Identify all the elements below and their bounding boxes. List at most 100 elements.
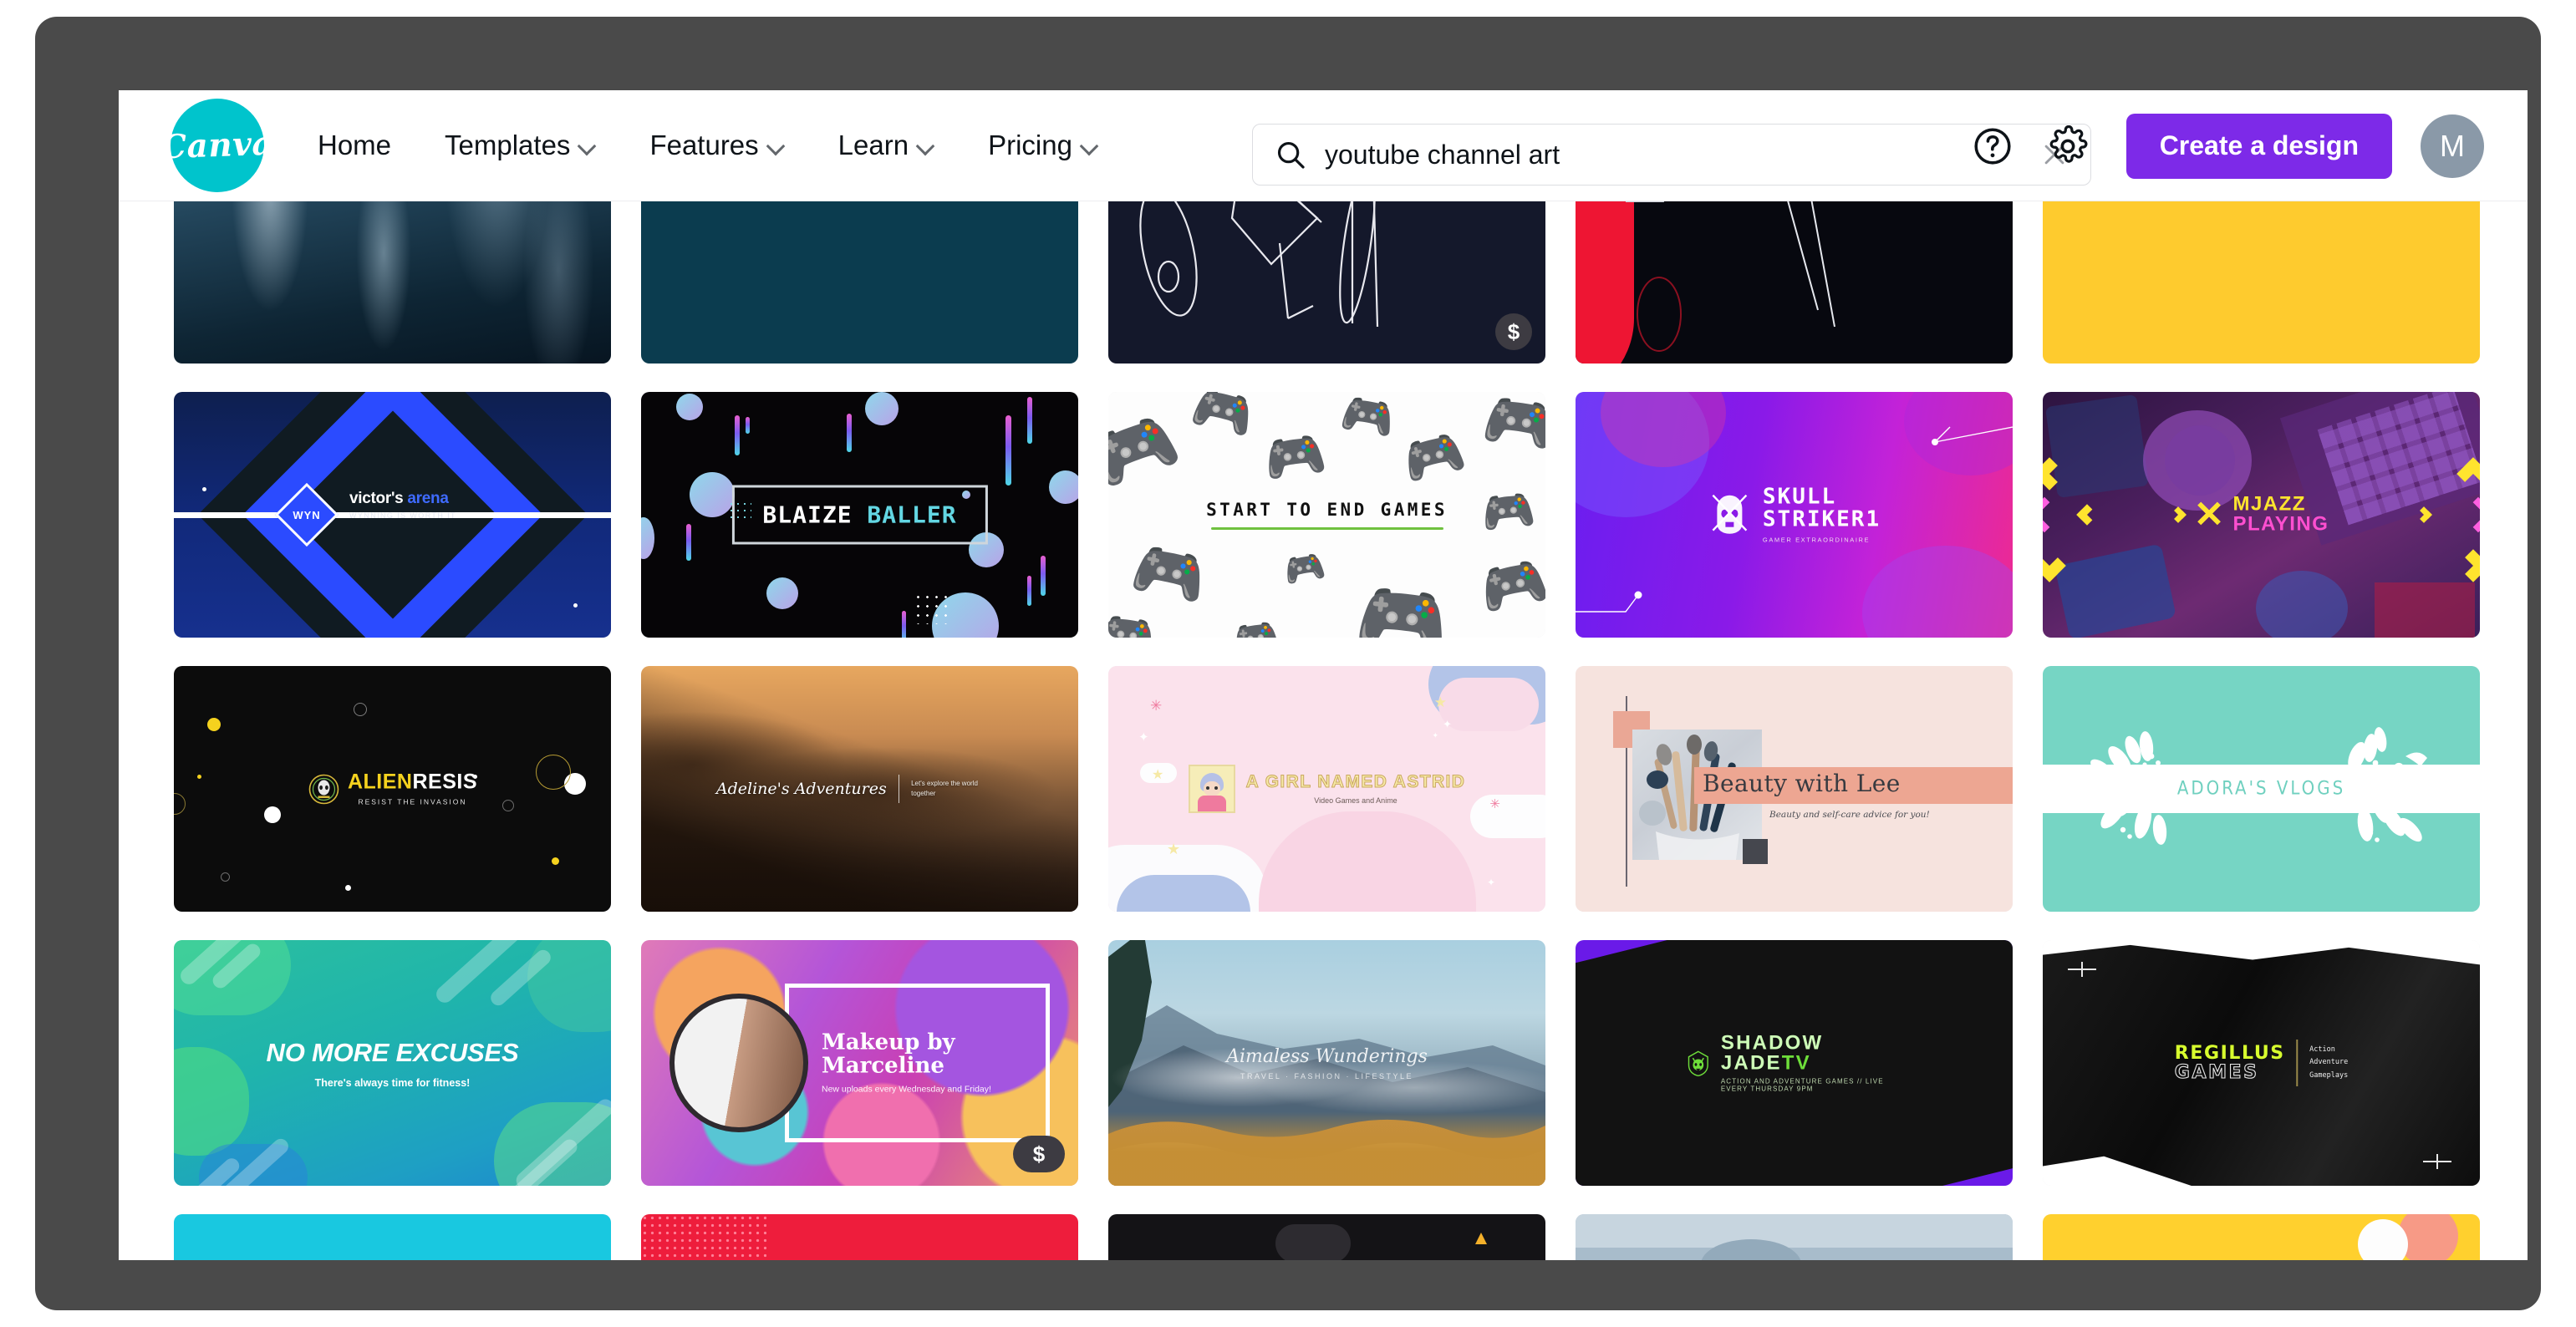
template-thumbnail: [2043, 201, 2480, 364]
template-results-area[interactable]: $ WYN victor's arena WYNNING IS WORTH IT…: [119, 201, 2528, 1260]
chevron-down-icon: [768, 139, 785, 155]
template-thumbnail: WYN victor's arena WYNNING IS WORTH IT: [174, 392, 611, 638]
nav-label-templates: Templates: [445, 130, 571, 160]
template-title-accent: arena: [407, 490, 449, 507]
nav-item-features[interactable]: Features: [626, 118, 807, 173]
template-subtitle: RESIST THE INVASION: [358, 797, 467, 806]
template-thumbnail: [2043, 1214, 2480, 1260]
template-card-cyan[interactable]: [174, 1214, 611, 1260]
template-card-makeup-by-marceline[interactable]: Makeup by Marceline New uploads every We…: [641, 940, 1078, 1186]
canva-logo[interactable]: Canva: [160, 99, 274, 192]
template-thumbnail: Aimaless Wunderings TRAVEL · FASHION · L…: [1108, 940, 1545, 1186]
browser-window: Canva Home Templates Features Learn Pric…: [119, 90, 2528, 1260]
template-card-adelines-adventures[interactable]: Adeline's Adventures Let's explore the w…: [641, 666, 1078, 912]
template-card-mjazz-playing[interactable]: ✕ MJAZZ PLAYING: [2043, 392, 2480, 638]
template-thumbnail: [1108, 1214, 1545, 1260]
wolf-emblem-icon: [1688, 1050, 1708, 1076]
chevron-right-icon: [2460, 496, 2480, 533]
template-subtitle: There's always time for fitness!: [314, 1076, 471, 1089]
template-title: ADORA'S VLOGS: [2176, 778, 2346, 800]
template-thumbnail: Adeline's Adventures Let's explore the w…: [641, 666, 1078, 912]
chevron-down-icon: [1082, 139, 1098, 155]
template-thumbnail: [641, 1214, 1078, 1260]
nav-item-pricing[interactable]: Pricing: [965, 118, 1122, 173]
template-thumbnail: ADORA'S VLOGS: [2043, 666, 2480, 912]
gear-icon[interactable]: [2038, 116, 2098, 176]
carousel-prev-button[interactable]: [2043, 488, 2063, 541]
nav-label-pricing: Pricing: [988, 130, 1072, 160]
template-card-dark-teal[interactable]: [641, 201, 1078, 364]
template-thumbnail: [174, 1214, 611, 1260]
pro-badge: $: [1013, 1136, 1065, 1172]
nav-item-learn[interactable]: Learn: [815, 118, 958, 173]
template-subtitle: Video Games and Anime: [1314, 796, 1397, 805]
template-title-line1: MJAZZ: [2232, 492, 2306, 516]
template-card-yellow[interactable]: [2043, 201, 2480, 364]
main-navigation: Home Templates Features Learn Pricing: [291, 118, 1125, 173]
nav-item-templates[interactable]: Templates: [421, 118, 619, 173]
template-thumbnail: 🎮 🎮 🎮 🎮 🎮 🎮 🎮 🎮 🎮 🎮 🎮 🎮 🎮: [1108, 392, 1545, 638]
template-subtitle: New uploads every Wednesday and Friday!: [822, 1084, 991, 1095]
template-title-line2: STRIKER1: [1762, 507, 1881, 532]
template-title-line1: SKULL: [1762, 484, 1837, 510]
create-a-design-button[interactable]: Create a design: [2125, 113, 2392, 179]
template-title-part2: TV: [1781, 1051, 1811, 1075]
template-thumbnail: BLAIZE BALLER: [641, 392, 1078, 638]
template-card-beauty-with-lee[interactable]: Beauty with Lee Beauty and self-care adv…: [1576, 666, 2013, 912]
template-title-line1: REGILLUS: [2174, 1042, 2285, 1064]
template-title-line1: Makeup by: [822, 1030, 955, 1055]
template-card-yellow-shapes[interactable]: [2043, 1214, 2480, 1260]
nav-item-home[interactable]: Home: [294, 118, 415, 173]
template-title: Adeline's Adventures: [715, 780, 887, 798]
template-thumbnail: [1108, 201, 1545, 364]
template-card-victors-arena[interactable]: WYN victor's arena WYNNING IS WORTH IT: [174, 392, 611, 638]
template-card-start-to-end-games[interactable]: 🎮 🎮 🎮 🎮 🎮 🎮 🎮 🎮 🎮 🎮 🎮 🎮 🎮: [1108, 392, 1545, 638]
template-card-blue-gray[interactable]: [1576, 1214, 2013, 1260]
alien-emblem-icon: [308, 774, 339, 804]
device-frame: Canva Home Templates Features Learn Pric…: [35, 17, 2541, 1310]
site-header: Canva Home Templates Features Learn Pric…: [119, 90, 2528, 201]
template-thumbnail: SHADOW JADETV ACTION AND ADVENTURE GAMES…: [1576, 940, 2013, 1186]
search-input[interactable]: [1325, 139, 2035, 170]
carousel-next-button[interactable]: [2460, 488, 2480, 541]
template-subtitle: Beauty and self-care advice for you!: [1769, 810, 1930, 820]
template-card-regillus-games[interactable]: REGILLUS GAMES Action Adventure Gameplays: [2043, 940, 2480, 1186]
template-card-aimaless-wunderings[interactable]: Aimaless Wunderings TRAVEL · FASHION · L…: [1108, 940, 1545, 1186]
template-card-shadow-jadetv[interactable]: SHADOW JADETV ACTION AND ADVENTURE GAMES…: [1576, 940, 2013, 1186]
template-card-no-more-excuses[interactable]: NO MORE EXCUSES There's always time for …: [174, 940, 611, 1186]
template-card-adoras-vlogs[interactable]: ADORA'S VLOGS: [2043, 666, 2480, 912]
chevron-down-icon: [918, 139, 934, 155]
template-card-skull-striker1[interactable]: SKULL STRIKER1 GAMER EXTRAORDINAIRE: [1576, 392, 2013, 638]
template-card-red-black-abstract[interactable]: [1576, 201, 2013, 364]
template-card-ocean-waves[interactable]: [174, 201, 611, 364]
template-title: A GIRL NAMED ASTRID: [1245, 772, 1466, 791]
template-card-music-instruments[interactable]: $: [1108, 201, 1545, 364]
template-title-part2: RESIS: [412, 770, 478, 794]
template-thumbnail: Makeup by Marceline New uploads every We…: [641, 940, 1078, 1186]
template-card-blaize-baller[interactable]: BLAIZE BALLER: [641, 392, 1078, 638]
template-subtitle: TRAVEL · FASHION · LIFESTYLE: [1240, 1071, 1414, 1080]
template-card-dark-gaming[interactable]: [1108, 1214, 1545, 1260]
template-title: Aimaless Wunderings: [1226, 1045, 1428, 1067]
nav-label-features: Features: [649, 130, 759, 160]
template-thumbnail: REGILLUS GAMES Action Adventure Gameplays: [2043, 940, 2480, 1186]
template-title-part1: ALIEN: [347, 770, 413, 794]
x-mark-icon: ✕: [2193, 494, 2225, 536]
template-title-line2: PLAYING: [2232, 513, 2329, 536]
chevron-down-icon: [579, 139, 596, 155]
header-actions: Create a design M: [1947, 90, 2489, 201]
template-thumbnail: ✳ ✳ ✦ ✦ ✦ ✦ ★ ★ ★ A GIRL NAMED ASTRID Vi…: [1108, 666, 1545, 912]
template-thumbnail: [1576, 1214, 2013, 1260]
help-circle-icon[interactable]: [1963, 116, 2023, 176]
template-card-alienresis[interactable]: ALIENRESIS RESIST THE INVASION: [174, 666, 611, 912]
skull-emblem-icon: [1712, 495, 1747, 534]
avatar[interactable]: M: [2421, 114, 2484, 178]
template-grid: $ WYN victor's arena WYNNING IS WORTH IT…: [174, 201, 2481, 1260]
canva-wordmark: Canva: [160, 124, 275, 167]
template-card-red-pattern[interactable]: [641, 1214, 1078, 1260]
template-title-part2: BALLER: [867, 501, 957, 529]
template-title: START TO END GAMES: [1206, 500, 1448, 520]
pro-badge: $: [1495, 313, 1532, 350]
template-thumbnail: [641, 201, 1078, 364]
template-card-a-girl-named-astrid[interactable]: ✳ ✳ ✦ ✦ ✦ ✦ ★ ★ ★ A GIRL NAMED ASTRID Vi…: [1108, 666, 1545, 912]
